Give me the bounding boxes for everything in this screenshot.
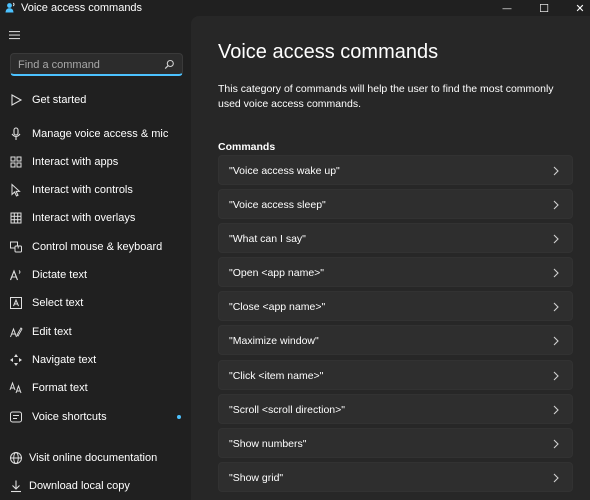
command-row[interactable]: "Show grid" <box>218 462 573 492</box>
nav-item-label: Interact with controls <box>32 184 133 196</box>
page-description: This category of commands will help the … <box>218 83 554 110</box>
close-button[interactable]: ✕ <box>557 0 590 16</box>
chevron-right-icon <box>553 473 559 483</box>
microphone-icon <box>11 127 21 140</box>
command-row[interactable]: "Show numbers" <box>218 428 573 458</box>
chevron-right-icon <box>553 166 559 176</box>
nav-item-label: Voice shortcuts <box>32 411 107 423</box>
search-box <box>10 53 183 76</box>
nav-item-get-started[interactable]: Get started <box>4 87 187 113</box>
sidebar-footer: Visit online documentation Download loca… <box>0 444 191 500</box>
command-row[interactable]: "Maximize window" <box>218 325 573 355</box>
nav-item-edit-text[interactable]: Edit text <box>4 319 187 345</box>
nav-item-voice-shortcuts[interactable]: Voice shortcuts <box>4 404 187 430</box>
nav-item-format-text[interactable]: Format text <box>4 375 187 401</box>
command-label: "Maximize window" <box>229 335 319 347</box>
command-row[interactable]: "What can I say" <box>218 223 573 253</box>
window-title: Voice access commands <box>21 2 143 14</box>
nav-item-label: Get started <box>32 94 87 106</box>
nav-item-label: Manage voice access & mic <box>32 128 169 140</box>
nav-item-dictate-text[interactable]: Dictate text <box>4 262 187 288</box>
nav-item-navigate-text[interactable]: Navigate text <box>4 347 187 373</box>
chevron-right-icon <box>553 234 559 244</box>
command-label: "Show numbers" <box>229 438 307 450</box>
nav-item-label: Navigate text <box>32 354 97 366</box>
search-icon[interactable] <box>164 59 175 70</box>
command-label: "Click <item name>" <box>229 370 324 382</box>
globe-icon <box>10 452 22 464</box>
nav-item-select-text[interactable]: Select text <box>4 290 187 316</box>
title-bar: Voice access commands — ☐ ✕ <box>0 0 590 16</box>
nav-item-label: Interact with overlays <box>32 212 136 224</box>
page-title: Voice access commands <box>218 41 439 63</box>
sidebar: Get started Manage voice access & mic In… <box>0 16 191 500</box>
navigate-icon <box>10 354 22 366</box>
edit-text-icon <box>10 327 23 338</box>
nav-item-interact-with-overlays[interactable]: Interact with overlays <box>4 205 187 231</box>
new-badge <box>177 415 181 419</box>
chevron-right-icon <box>553 268 559 278</box>
chevron-right-icon <box>553 439 559 449</box>
download-icon <box>11 480 21 493</box>
command-label: "Open <app name>" <box>229 267 325 279</box>
hamburger-menu-icon[interactable] <box>8 28 22 42</box>
select-text-icon <box>10 297 22 309</box>
command-row[interactable]: "Close <app name>" <box>218 291 573 321</box>
command-label: "What can I say" <box>229 233 306 245</box>
nav-item-label: Format text <box>32 382 88 394</box>
minimize-icon: — <box>502 3 512 13</box>
nav-item-interact-with-controls[interactable]: Interact with controls <box>4 177 187 203</box>
command-label: "Scroll <scroll direction>" <box>229 404 345 416</box>
nav-item-label: Interact with apps <box>32 156 119 168</box>
chevron-right-icon <box>553 336 559 346</box>
command-row[interactable]: "Open <app name>" <box>218 257 573 287</box>
format-text-icon <box>9 381 22 394</box>
nav-item-label: Download local copy <box>29 480 130 492</box>
shortcuts-icon <box>10 411 22 423</box>
nav-item-control-mouse-keyboard[interactable]: Control mouse & keyboard <box>4 234 187 260</box>
apps-icon <box>10 156 22 168</box>
cursor-icon <box>11 183 21 197</box>
nav-item-label: Control mouse & keyboard <box>32 241 163 253</box>
nav-item-interact-with-apps[interactable]: Interact with apps <box>4 149 187 175</box>
chevron-right-icon <box>553 405 559 415</box>
play-icon <box>11 94 23 106</box>
chevron-right-icon <box>553 200 559 210</box>
command-row[interactable]: "Click <item name>" <box>218 360 573 390</box>
nav-item-label: Select text <box>32 297 84 309</box>
nav-item-label: Dictate text <box>32 269 88 281</box>
command-row[interactable]: "Scroll <scroll direction>" <box>218 394 573 424</box>
chevron-right-icon <box>553 302 559 312</box>
grid-icon <box>10 212 22 224</box>
maximize-icon: ☐ <box>539 2 549 15</box>
command-row[interactable]: "Voice access sleep" <box>218 189 573 219</box>
app-icon <box>5 2 15 13</box>
close-icon: ✕ <box>575 2 585 15</box>
keyboard-icon <box>10 241 22 253</box>
visit-online-documentation-link[interactable]: Visit online documentation <box>4 445 187 471</box>
nav-item-manage-voice-access[interactable]: Manage voice access & mic <box>4 121 187 147</box>
chevron-right-icon <box>553 371 559 381</box>
dictate-icon <box>9 269 21 281</box>
command-label: "Voice access wake up" <box>229 165 340 177</box>
nav-item-label: Visit online documentation <box>29 452 158 464</box>
download-local-copy-link[interactable]: Download local copy <box>4 473 187 499</box>
nav-item-label: Edit text <box>32 326 72 338</box>
section-title: Commands <box>218 141 276 153</box>
main-content: Voice access commands This category of c… <box>191 16 590 500</box>
command-label: "Show grid" <box>229 472 284 484</box>
search-input[interactable] <box>18 57 158 72</box>
command-label: "Voice access sleep" <box>229 199 326 211</box>
command-row[interactable]: "Voice access wake up" <box>218 155 573 185</box>
command-label: "Close <app name>" <box>229 301 326 313</box>
